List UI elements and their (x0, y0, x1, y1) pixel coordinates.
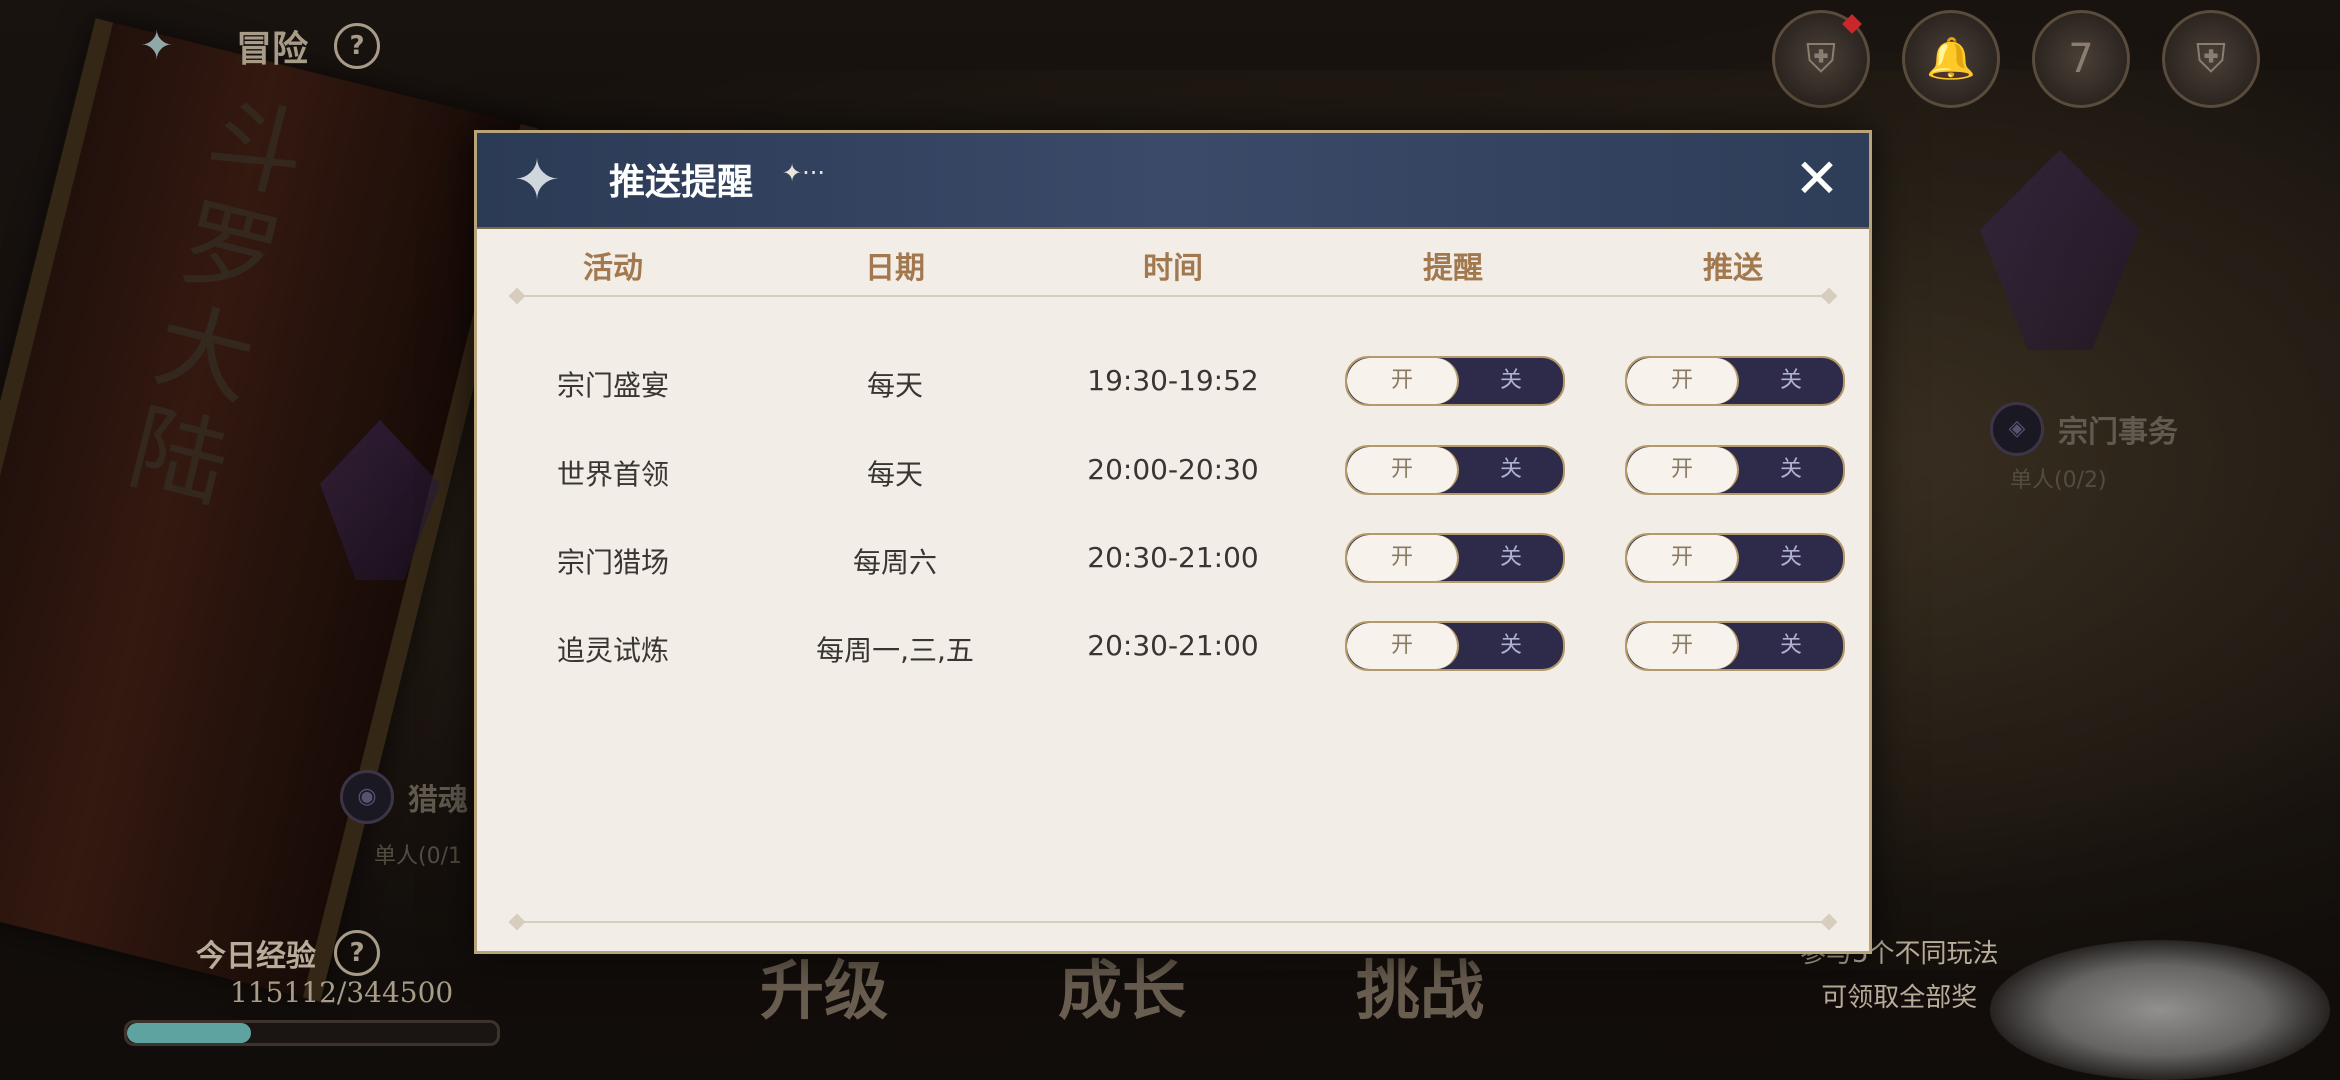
toggle-on-label: 开 (1347, 535, 1459, 581)
activity-time: 20:30-21:00 (1087, 541, 1259, 574)
help-icon[interactable]: ? (334, 23, 381, 69)
header-divider (517, 295, 1829, 297)
blurred-region (1990, 940, 2330, 1080)
activity-date: 每周一,三,五 (816, 634, 974, 667)
compass-star-icon: ✦ (513, 148, 561, 213)
title-decoration: ✦··· (782, 159, 825, 187)
exp-progress-bar (124, 1020, 500, 1046)
toggle-on-label: 开 (1347, 358, 1459, 404)
column-header-time: 时间 (1143, 251, 1203, 286)
remind-toggle[interactable]: 开关 (1345, 445, 1565, 495)
dialog-header: ✦ 推送提醒 ✦··· ✕ (477, 133, 1869, 229)
close-icon[interactable]: ✕ (1787, 149, 1847, 209)
calendar-icon[interactable]: 7 (2032, 10, 2130, 108)
toggle-off-label: 关 (1779, 545, 1802, 570)
toggle-off-label: 关 (1499, 545, 1522, 570)
activity-name: 宗门猎场 (556, 546, 670, 579)
top-left-nav: ✦ 冒险 ? (140, 20, 381, 72)
exp-progress-fill (127, 1023, 251, 1043)
toggle-on-label: 开 (1627, 447, 1739, 493)
remind-toggle[interactable]: 开关 (1345, 356, 1565, 406)
shield-icon[interactable]: ⛨ (1772, 10, 1870, 108)
column-header-date: 日期 (865, 251, 925, 286)
toggle-off-label: 关 (1499, 633, 1522, 658)
activity-date: 每周六 (852, 546, 938, 579)
push-toggle[interactable]: 开关 (1625, 621, 1845, 671)
shield-icon[interactable]: ⛨ (2162, 10, 2260, 108)
dialog-title: 推送提醒 (609, 162, 754, 203)
push-toggle[interactable]: 开关 (1625, 533, 1845, 583)
column-header-remind: 提醒 (1423, 251, 1483, 286)
toggle-off-label: 关 (1499, 368, 1522, 393)
push-reminder-dialog: ✦ 推送提醒 ✦··· ✕ 活动 日期 时间 提醒 推送 宗门盛宴 每天 19:30… (474, 130, 1872, 954)
toggle-on-label: 开 (1627, 623, 1739, 669)
remind-toggle[interactable]: 开关 (1345, 533, 1565, 583)
activity-time: 20:00-20:30 (1087, 453, 1259, 486)
exp-help-icon[interactable]: ? (334, 930, 380, 976)
toggle-on-label: 开 (1627, 535, 1739, 581)
activity-time: 19:30-19:52 (1087, 364, 1259, 397)
toggle-on-label: 开 (1347, 447, 1459, 493)
activity-name: 世界首领 (556, 458, 670, 491)
column-header-activity: 活动 (583, 251, 643, 286)
bell-settings-icon[interactable]: 🔔 (1902, 10, 2000, 108)
toggle-off-label: 关 (1779, 368, 1802, 393)
remind-toggle[interactable]: 开关 (1345, 621, 1565, 671)
top-right-icons: ⛨ 🔔 7 ⛨ (1772, 10, 2260, 108)
back-star-icon[interactable]: ✦ (140, 24, 210, 68)
toggle-off-label: 关 (1499, 457, 1522, 482)
push-toggle[interactable]: 开关 (1625, 445, 1845, 495)
activity-name: 宗门盛宴 (556, 369, 670, 402)
page-title: 冒险 (236, 29, 309, 70)
activity-time: 20:30-21:00 (1087, 629, 1259, 662)
toggle-on-label: 开 (1347, 623, 1459, 669)
notification-dot (1842, 14, 1862, 34)
toggle-on-label: 开 (1627, 358, 1739, 404)
push-toggle[interactable]: 开关 (1625, 356, 1845, 406)
exp-label-row: 今日经验 ? (196, 930, 380, 976)
activity-date: 每天 (866, 369, 924, 402)
toggle-off-label: 关 (1779, 633, 1802, 658)
toggle-off-label: 关 (1779, 457, 1802, 482)
footer-divider (517, 921, 1829, 923)
exp-value: 115112/344500 (230, 976, 454, 1009)
column-header-push: 推送 (1703, 251, 1763, 286)
activity-date: 每天 (866, 458, 924, 491)
activity-name: 追灵试炼 (556, 634, 670, 667)
